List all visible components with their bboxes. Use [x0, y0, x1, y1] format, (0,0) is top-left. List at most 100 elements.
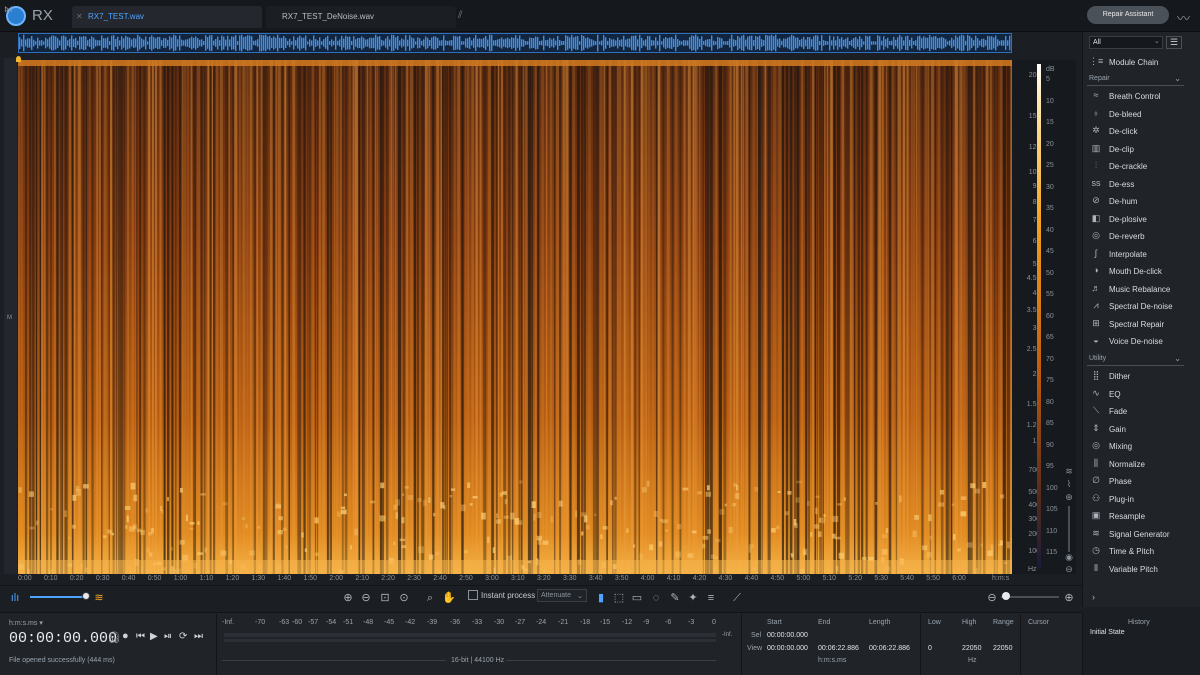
zoom-in-horizontal-icon[interactable]: ⊕ — [1062, 591, 1076, 605]
high-value[interactable]: 22050 — [962, 645, 981, 652]
harmonic-selection-icon[interactable]: ≡ — [704, 591, 718, 605]
view-end-value[interactable]: 00:06:22.886 — [818, 645, 859, 652]
frequency-selection-icon[interactable]: ▭ — [630, 591, 644, 605]
module-de-click[interactable]: ✲ De-click — [1089, 124, 1184, 141]
record-icon[interactable]: ● — [122, 630, 129, 642]
time-format-select[interactable]: h:m:s.ms ▾ — [9, 619, 43, 627]
vertical-zoom-knob-icon[interactable]: ◉ — [1062, 552, 1076, 563]
headphones-icon[interactable]: 🎧︎ — [107, 631, 121, 644]
collapse-icon[interactable]: ⋈ — [4, 4, 13, 15]
instant-process-checkbox[interactable] — [468, 590, 478, 600]
waveform-view-icon[interactable]: ılı — [8, 591, 22, 605]
module-variable-pitch[interactable]: ⫴ Variable Pitch — [1089, 562, 1184, 579]
module-chain-item[interactable]: ⋮≡ Module Chain — [1089, 55, 1184, 72]
spectrogram-view-icon[interactable]: ≋ — [92, 591, 106, 605]
low-value[interactable]: 0 — [928, 645, 932, 652]
blend-slider-knob[interactable] — [82, 592, 90, 600]
rectangle-selection-icon[interactable]: ⬚ — [612, 591, 626, 605]
overview-sample — [319, 37, 321, 49]
vertical-zoom-track[interactable] — [1068, 506, 1070, 552]
horizontal-zoom-knob[interactable] — [1002, 592, 1010, 600]
time-ruler[interactable]: 0:00 0:10 0:20 0:30 0:40 0:50 1:00 1:10 1:20 1:30… — [18, 574, 1012, 584]
module-label: Dither — [1109, 372, 1131, 381]
overview-sample — [403, 39, 405, 47]
overview-sample — [169, 36, 171, 50]
module-breath[interactable]: ≈ Breath Control — [1089, 89, 1184, 106]
module-eq[interactable]: ∿ EQ — [1089, 387, 1184, 404]
module-de-ess[interactable]: ss De-ess — [1089, 177, 1184, 194]
overview-sample — [545, 40, 547, 46]
view-start-value[interactable]: 00:00:00.000 — [767, 645, 808, 652]
repair-section-header[interactable]: Repair ⌄ — [1087, 74, 1184, 86]
zoom-in-icon[interactable]: ⊕ — [341, 591, 355, 605]
play-icon[interactable]: ▶ — [150, 631, 158, 642]
module-dither[interactable]: ⣿ Dither — [1089, 369, 1184, 386]
waveform-spectrogram-blend-slider[interactable] — [30, 596, 86, 598]
module-filter-select[interactable]: All — [1089, 36, 1163, 49]
overview-sample — [337, 40, 339, 46]
module-resample[interactable]: ▣ Resample — [1089, 509, 1184, 526]
module-de-crackle[interactable]: ⫶ De-crackle — [1089, 159, 1184, 176]
skip-back-icon[interactable]: ⏮ — [136, 631, 145, 642]
spectral-de-noise-icon: ⩘ — [1093, 300, 1099, 310]
envelope-tool-icon[interactable]: ⟋ — [730, 591, 744, 605]
module-mouth-de-click[interactable]: ◑ Mouth De-click — [1089, 264, 1184, 281]
time-selection-tool-icon[interactable]: ▮ — [594, 591, 608, 605]
tab-overflow-icon[interactable]: ⫽ — [458, 10, 462, 21]
spectrogram-view[interactable] — [18, 60, 1012, 574]
view-length-value[interactable]: 00:06:22.886 — [869, 645, 910, 652]
module-de-bleed[interactable]: ♁ De-bleed — [1089, 107, 1184, 124]
overview-sample — [669, 37, 671, 49]
module-de-plosive[interactable]: ◧ De-plosive — [1089, 212, 1184, 229]
list-view-icon[interactable]: ☰ — [1166, 36, 1182, 49]
module-normalize[interactable]: ⫼ Normalize — [1089, 457, 1184, 474]
skip-forward-icon[interactable]: ⏭ — [194, 631, 203, 642]
magnifier-tool-icon[interactable]: ⌕ — [423, 591, 437, 605]
module-phase[interactable]: ∅ Phase — [1089, 474, 1184, 491]
spectrogram-column — [266, 60, 268, 574]
overview-sample — [155, 38, 157, 48]
module-fade[interactable]: ⟍ Fade — [1089, 404, 1184, 421]
module-gain[interactable]: ⇕ Gain — [1089, 422, 1184, 439]
module-voice-de-noise[interactable]: ◒ Voice De-noise — [1089, 334, 1184, 351]
module-spectral-de-noise[interactable]: ⩘ Spectral De-noise — [1089, 299, 1184, 316]
module-interpolate[interactable]: ∫ Interpolate — [1089, 247, 1184, 264]
repair-assistant-button[interactable]: Repair Assistant — [1087, 6, 1169, 24]
brush-tool-icon[interactable]: ✎ — [668, 591, 682, 605]
loop-icon[interactable]: ⟳ — [179, 631, 187, 642]
module-spectral-repair[interactable]: ⊞ Spectral Repair — [1089, 317, 1184, 334]
magic-wand-icon[interactable]: ✦ — [686, 591, 700, 605]
module-de-hum[interactable]: ⊘ De-hum — [1089, 194, 1184, 211]
module-signal-generator[interactable]: ≋ Signal Generator — [1089, 527, 1184, 544]
module-plug-in[interactable]: ⚇ Plug-in — [1089, 492, 1184, 509]
module-music-rebalance[interactable]: ♬ Music Rebalance — [1089, 282, 1184, 299]
module-de-reverb[interactable]: ◎ De-reverb — [1089, 229, 1184, 246]
waveform-settings-icon[interactable]: ⌇ — [1062, 479, 1076, 490]
attenuate-select[interactable]: Attenuate ⌄ — [537, 589, 587, 602]
utility-section-header[interactable]: Utility ⌄ — [1087, 354, 1184, 366]
close-tab-icon[interactable]: ✕ — [76, 12, 83, 21]
tab-rx7-test[interactable]: ✕ RX7_TEST.wav — [72, 6, 262, 28]
overview-waveform[interactable] — [18, 33, 1012, 53]
history-item[interactable]: Initial State — [1090, 629, 1125, 636]
play-selection-icon[interactable]: ⏯ — [164, 631, 172, 642]
hand-tool-icon[interactable]: ✋ — [442, 591, 456, 605]
range-value[interactable]: 22050 — [993, 645, 1012, 652]
waveform-assistant-icon[interactable]: 〰 — [1177, 8, 1190, 27]
spectrogram-settings-icon[interactable]: ≋ — [1062, 466, 1076, 477]
panel-expand-icon[interactable]: › — [1092, 592, 1095, 602]
tab-rx7-test-denoise[interactable]: RX7_TEST_DeNoise.wav — [266, 6, 456, 28]
lasso-tool-icon[interactable]: ◌ — [649, 591, 663, 605]
module-time-pitch[interactable]: ◷ Time & Pitch — [1089, 544, 1184, 561]
zoom-selection-icon[interactable]: ⊡ — [378, 591, 392, 605]
zoom-fit-icon[interactable]: ⊙ — [397, 591, 411, 605]
spectrogram-column — [139, 60, 142, 574]
zoom-in-vertical-icon[interactable]: ⊕ — [1062, 492, 1076, 503]
zoom-out-vertical-icon[interactable]: ⊖ — [1062, 564, 1076, 575]
playhead-marker[interactable] — [16, 56, 21, 62]
zoom-out-icon[interactable]: ⊖ — [359, 591, 373, 605]
module-de-clip[interactable]: ▥ De-clip — [1089, 142, 1184, 159]
zoom-out-horizontal-icon[interactable]: ⊖ — [985, 591, 999, 605]
sel-start-value[interactable]: 00:00:00.000 — [767, 632, 808, 639]
module-mixing[interactable]: ◎ Mixing — [1089, 439, 1184, 456]
